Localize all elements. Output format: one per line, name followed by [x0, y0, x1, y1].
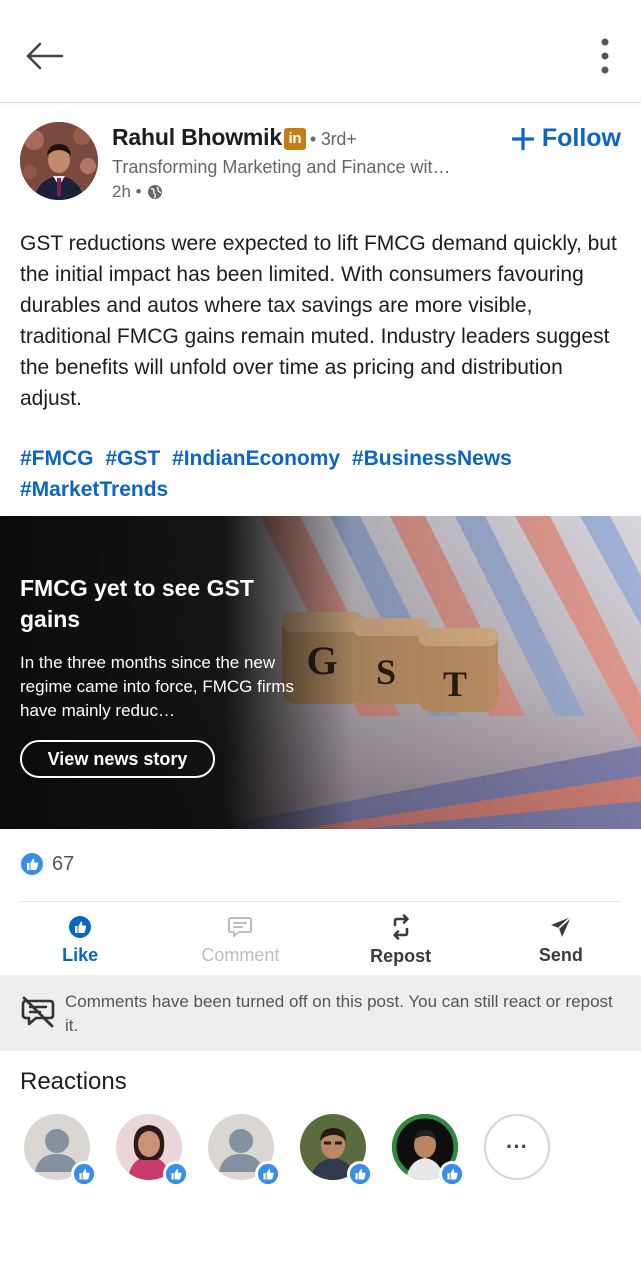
hashtag-link[interactable]: #IndianEconomy — [172, 447, 340, 470]
plus-icon — [511, 127, 534, 150]
reactor-avatar[interactable] — [392, 1114, 465, 1187]
reactor-avatar[interactable] — [116, 1114, 189, 1187]
send-label: Send — [538, 944, 583, 965]
view-news-story-button[interactable]: View news story — [20, 740, 215, 778]
post-time: 2h • — [112, 182, 163, 202]
reactions-heading: Reactions — [20, 1068, 127, 1095]
thumbs-up-icon — [21, 853, 43, 875]
thumbs-up-icon — [73, 1163, 95, 1185]
connection-degree: • 3rd+ — [309, 129, 357, 149]
like-label: Like — [62, 944, 99, 965]
thumbs-up-icon — [257, 1163, 279, 1185]
reactor-avatar[interactable] — [24, 1114, 97, 1187]
arrow-left-icon — [26, 42, 64, 70]
divider — [20, 901, 621, 902]
more-reactions-button[interactable]: ··· — [484, 1114, 550, 1180]
comments-off-icon — [21, 996, 55, 1028]
author-avatar[interactable] — [20, 122, 98, 200]
vertical-ellipsis-icon — [601, 38, 609, 74]
author-headline: Transforming Marketing and Finance wit… — [112, 157, 451, 177]
comment-icon — [228, 916, 253, 937]
thumbs-up-icon — [69, 915, 92, 938]
post-text: GST reductions were expected to lift FMC… — [20, 232, 617, 410]
post-author: Rahul Bhowmik in • 3rd+ Follow Transformin… — [20, 122, 621, 206]
linkedin-premium-badge: in — [283, 128, 306, 150]
reactor-avatar[interactable] — [208, 1114, 281, 1187]
notice-text: Comments have been turned off on this po… — [65, 992, 613, 1035]
reactors-list: ··· — [24, 1114, 624, 1194]
repost-button[interactable]: Repost — [321, 907, 481, 973]
repost-label: Repost — [370, 945, 432, 966]
news-summary: In the three months since the new regime… — [20, 653, 294, 720]
hashtag-link[interactable]: #BusinessNews — [352, 447, 512, 470]
author-name[interactable]: Rahul Bhowmik in • 3rd+ — [112, 124, 357, 151]
hashtag-link[interactable]: #GST — [105, 447, 160, 470]
reaction-count[interactable]: 67 — [20, 852, 74, 876]
send-icon — [550, 915, 572, 937]
back-button[interactable] — [20, 36, 68, 76]
follow-label: Follow — [541, 124, 621, 152]
comment-label: Comment — [201, 944, 280, 965]
comments-disabled-notice: Comments have been turned off on this po… — [0, 975, 641, 1051]
more-options-button[interactable] — [593, 36, 617, 76]
post-actions-bar: Like Comment Repost Send — [0, 907, 641, 973]
repost-icon — [392, 913, 409, 940]
thumbs-up-icon — [441, 1163, 463, 1185]
news-story-card[interactable]: G S T FMCG yet to see GST gains In the t… — [0, 516, 641, 829]
comment-button[interactable]: Comment — [160, 907, 320, 973]
top-app-bar — [0, 0, 641, 103]
send-button[interactable]: Send — [481, 907, 641, 973]
hashtag-link[interactable]: #FMCG — [20, 447, 94, 470]
thumbs-up-icon — [349, 1163, 371, 1185]
globe-icon — [147, 185, 162, 199]
post-hashtags: #FMCG #GST #IndianEconomy #BusinessNews … — [20, 443, 620, 505]
news-title: FMCG yet to see GST gains — [20, 575, 254, 632]
hashtag-link[interactable]: #MarketTrends — [20, 478, 168, 501]
reactor-avatar[interactable] — [300, 1114, 373, 1187]
follow-button[interactable]: Follow — [511, 124, 621, 153]
thumbs-up-icon — [165, 1163, 187, 1185]
like-button[interactable]: Like — [0, 907, 160, 973]
